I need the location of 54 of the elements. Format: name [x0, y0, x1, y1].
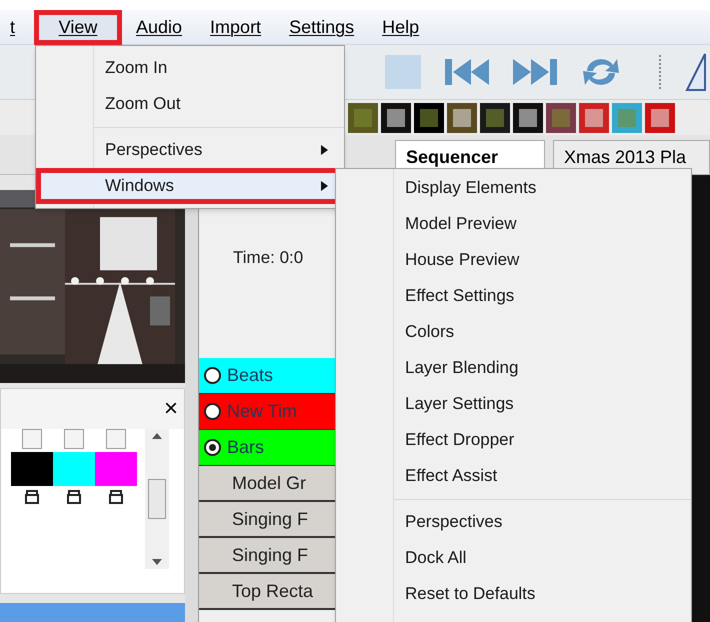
effect-icon[interactable]: [381, 102, 411, 132]
color-swatch[interactable]: [53, 452, 95, 486]
checkbox[interactable]: [22, 429, 42, 450]
vertical-scrollbar[interactable]: [145, 429, 169, 570]
rewind-icon[interactable]: [445, 57, 489, 87]
model-row[interactable]: Top Recta: [199, 574, 335, 610]
model-row[interactable]: Model Gr: [199, 466, 335, 502]
menu-item[interactable]: House Preview: [336, 242, 691, 278]
effect-icon[interactable]: [480, 102, 510, 132]
effect-icon[interactable]: [447, 102, 477, 132]
menu-item[interactable]: Zoom In: [36, 50, 344, 86]
color-swatch[interactable]: [11, 452, 53, 486]
menu-title[interactable]: Help: [368, 10, 434, 44]
radio-button[interactable]: [204, 367, 221, 384]
submenu-arrow-icon: [321, 181, 328, 191]
lock-icon[interactable]: [67, 488, 81, 504]
model-row[interactable]: Singing F: [199, 538, 335, 574]
menu-title[interactable]: Audio: [122, 10, 196, 44]
close-button[interactable]: ×: [164, 397, 178, 422]
checkbox[interactable]: [106, 429, 126, 450]
timing-track-row[interactable]: Bars: [199, 430, 335, 466]
menu-item[interactable]: Layer Blending: [336, 350, 691, 386]
menu-item[interactable]: Perspectives: [336, 504, 691, 540]
time-label: Time: 0:0: [233, 248, 304, 267]
menu-title[interactable]: Settings: [275, 10, 368, 44]
menu-title[interactable]: Import: [196, 10, 276, 44]
checkbox[interactable]: [64, 429, 84, 450]
scroll-thumb[interactable]: [148, 479, 166, 520]
menu-item[interactable]: Effect Dropper: [336, 422, 691, 458]
menu-item[interactable]: Zoom Out: [36, 86, 344, 122]
triangle-tool-icon[interactable]: [685, 52, 707, 92]
menu-item[interactable]: Reset to Defaults: [336, 576, 691, 612]
menu-title[interactable]: View: [34, 10, 122, 44]
menu-item[interactable]: Model Preview: [336, 206, 691, 242]
model-row[interactable]: Singing F: [199, 502, 335, 538]
timing-track-row[interactable]: Beats: [199, 358, 335, 394]
radio-button[interactable]: [204, 403, 221, 420]
fast-forward-icon[interactable]: [513, 57, 557, 87]
radio-button[interactable]: [204, 439, 221, 456]
effect-icon[interactable]: [513, 102, 543, 132]
menu-item[interactable]: Perspectives: [36, 132, 344, 168]
menu-item[interactable]: Dock All: [336, 540, 691, 576]
lock-icon[interactable]: [109, 488, 123, 504]
menu-item[interactable]: Effect Assist: [336, 458, 691, 494]
color-swatch[interactable]: [95, 452, 137, 486]
menu-item[interactable]: Colors: [336, 314, 691, 350]
scroll-down-icon[interactable]: [152, 559, 162, 566]
menu-item[interactable]: Layer Settings: [336, 386, 691, 422]
menu-item[interactable]: Effect Settings: [336, 278, 691, 314]
scroll-up-icon[interactable]: [152, 433, 162, 440]
submenu-arrow-icon: [321, 145, 328, 155]
menu-title[interactable]: t: [0, 10, 34, 44]
lock-icon[interactable]: [25, 488, 39, 504]
effect-icon[interactable]: [414, 102, 444, 132]
